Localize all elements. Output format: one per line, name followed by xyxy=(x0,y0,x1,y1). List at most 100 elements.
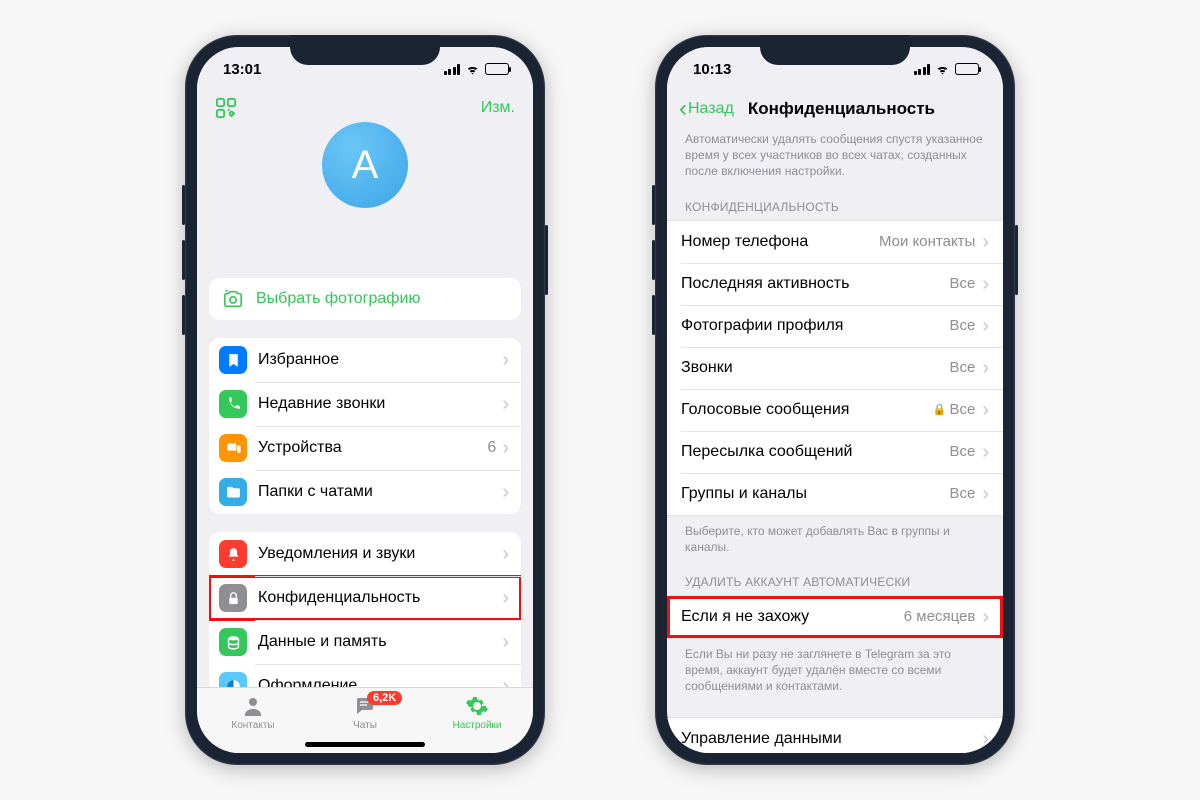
auto-delete-desc: Автоматически удалять сообщения спустя у… xyxy=(667,131,1003,180)
privacy-header: КОНФИДЕНЦИАЛЬНОСТЬ xyxy=(667,180,1003,220)
status-time: 13:01 xyxy=(223,61,261,78)
row-value: Все xyxy=(949,275,975,292)
data-icon xyxy=(219,628,247,656)
battery-icon xyxy=(955,63,979,75)
row-label: Группы и каналы xyxy=(681,485,949,503)
choose-photo-label: Выбрать фотографию xyxy=(256,290,420,308)
gear-icon xyxy=(464,694,490,718)
bookmark-icon xyxy=(219,346,247,374)
row-label: Пересылка сообщений xyxy=(681,443,949,461)
row-value: 6 месяцев xyxy=(904,608,976,625)
row-value: 6 xyxy=(487,439,496,457)
inactive-delete-row[interactable]: Если я не захожу 6 месяцев › xyxy=(667,595,1003,639)
edit-button[interactable]: Изм. xyxy=(481,97,515,117)
chevron-right-icon: › xyxy=(502,544,509,564)
chevron-right-icon: › xyxy=(502,588,509,608)
chats-badge: 6,2K xyxy=(367,691,402,705)
status-time: 10:13 xyxy=(693,61,731,78)
qr-icon[interactable] xyxy=(215,97,237,124)
row-label: Номер телефона xyxy=(681,233,879,251)
row-value: Все xyxy=(949,317,975,334)
lock-icon xyxy=(219,584,247,612)
row-label: Фотографии профиля xyxy=(681,317,949,335)
row-value: Мои контакты xyxy=(879,233,975,250)
privacy-row[interactable]: Голосовые сообщения 🔒 Все › xyxy=(667,389,1003,431)
delete-account-header: УДАЛИТЬ АККАУНТ АВТОМАТИЧЕСКИ xyxy=(667,555,1003,595)
tab-label: Контакты xyxy=(231,720,274,731)
row-label: Звонки xyxy=(681,359,949,377)
chevron-right-icon: › xyxy=(502,350,509,370)
privacy-row[interactable]: Последняя активность Все › xyxy=(667,263,1003,305)
camera-icon xyxy=(222,289,244,309)
contacts-icon xyxy=(240,694,266,718)
row-label: Папки с чатами xyxy=(258,483,502,501)
privacy-row[interactable]: Звонки Все › xyxy=(667,347,1003,389)
data-management-row[interactable]: Управление данными › xyxy=(667,717,1003,754)
settings-row-bell[interactable]: Уведомления и звуки › xyxy=(209,532,521,576)
row-label: Последняя активность xyxy=(681,275,949,293)
chevron-right-icon: › xyxy=(982,484,989,504)
settings-row-phone[interactable]: Недавние звонки › xyxy=(209,382,521,426)
signal-icon xyxy=(444,64,461,75)
tab-label: Чаты xyxy=(353,720,377,731)
row-label: Оформление xyxy=(258,677,502,687)
signal-icon xyxy=(914,64,931,75)
row-label: Недавние звонки xyxy=(258,395,502,413)
page-title: Конфиденциальность xyxy=(692,99,991,119)
settings-row-appearance[interactable]: Оформление › xyxy=(209,664,521,687)
lock-icon: 🔒 xyxy=(933,403,947,416)
chevron-right-icon: › xyxy=(502,482,509,502)
tab-settings[interactable]: Настройки xyxy=(432,694,522,731)
battery-low-icon xyxy=(485,63,509,75)
notch xyxy=(290,35,440,65)
tab-bar: Контакты 6,2K Чаты Настройки xyxy=(197,687,533,753)
devices-icon xyxy=(219,434,247,462)
home-indicator[interactable] xyxy=(305,742,425,747)
chevron-right-icon: › xyxy=(502,394,509,414)
nav-bar: ‹ Назад Конфиденциальность xyxy=(667,91,1003,131)
folder-icon xyxy=(219,478,247,506)
appearance-icon xyxy=(219,672,247,687)
settings-row-folder[interactable]: Папки с чатами › xyxy=(209,470,521,514)
tab-label: Настройки xyxy=(452,720,501,731)
tab-chats[interactable]: 6,2K Чаты xyxy=(320,694,410,731)
phone-icon xyxy=(219,390,247,418)
chevron-right-icon: › xyxy=(982,232,989,252)
privacy-footer: Выберите, кто может добавлять Вас в груп… xyxy=(667,516,1003,555)
phone-settings: 13:01 Изм. A Выбрать фотографию Избранн xyxy=(185,35,545,765)
delete-account-footer: Если Вы ни разу не заглянете в Telegram … xyxy=(667,639,1003,695)
row-value: Все xyxy=(949,359,975,376)
wifi-icon xyxy=(935,64,950,75)
avatar[interactable]: A xyxy=(322,122,408,208)
settings-row-lock[interactable]: Конфиденциальность › xyxy=(209,576,521,620)
chevron-right-icon: › xyxy=(982,607,989,627)
privacy-row[interactable]: Номер телефона Мои контакты › xyxy=(667,221,1003,263)
privacy-row[interactable]: Фотографии профиля Все › xyxy=(667,305,1003,347)
row-label: Уведомления и звуки xyxy=(258,545,502,563)
chevron-right-icon: › xyxy=(982,274,989,294)
privacy-row[interactable]: Пересылка сообщений Все › xyxy=(667,431,1003,473)
chevron-right-icon: › xyxy=(502,676,509,687)
row-label: Голосовые сообщения xyxy=(681,401,933,419)
choose-photo-button[interactable]: Выбрать фотографию xyxy=(209,278,521,320)
chevron-right-icon: › xyxy=(982,358,989,378)
settings-row-devices[interactable]: Устройства 6 › xyxy=(209,426,521,470)
row-label: Избранное xyxy=(258,351,502,369)
settings-row-bookmark[interactable]: Избранное › xyxy=(209,338,521,382)
row-value: Все xyxy=(949,443,975,460)
avatar-letter: A xyxy=(352,143,379,188)
bell-icon xyxy=(219,540,247,568)
chevron-right-icon: › xyxy=(502,632,509,652)
chevron-right-icon: › xyxy=(502,438,509,458)
tab-contacts[interactable]: Контакты xyxy=(208,694,298,731)
chevron-right-icon: › xyxy=(982,729,989,749)
privacy-row[interactable]: Группы и каналы Все › xyxy=(667,473,1003,515)
chevron-right-icon: › xyxy=(982,400,989,420)
row-label: Управление данными xyxy=(681,730,982,748)
settings-row-data[interactable]: Данные и память › xyxy=(209,620,521,664)
row-label: Если я не захожу xyxy=(681,608,904,626)
row-label: Конфиденциальность xyxy=(258,589,502,607)
row-value: Все xyxy=(949,485,975,502)
notch xyxy=(760,35,910,65)
chevron-right-icon: › xyxy=(982,316,989,336)
